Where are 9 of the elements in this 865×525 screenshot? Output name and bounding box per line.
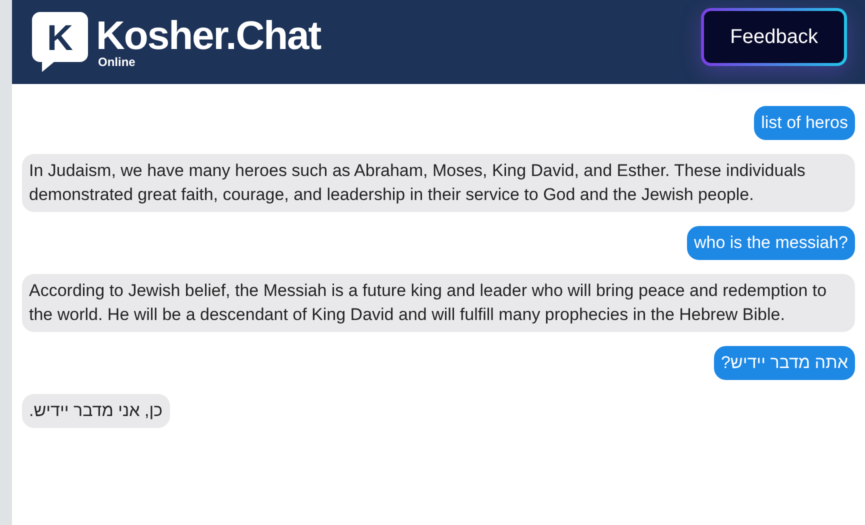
feedback-button[interactable]: Feedback <box>701 8 847 66</box>
user-message: who is the messiah? <box>686 226 855 260</box>
status-text: Online <box>98 56 136 68</box>
bot-message: In Judaism, we have many heroes such as Abraham, Moses, King David, and Esther. These individuals demonstrated great faith, courage, and leadership in their service to God and the Jewish people. <box>22 154 855 212</box>
app-title: Kosher.Chat <box>96 16 321 56</box>
user-message: list of heros <box>754 106 855 140</box>
bot-message: According to Jewish belief, the Messiah is a future king and leader who will bring peace and redemption to the world. He will be a descendant of King David and will fulfill many prophecies in the Hebrew Bible. <box>22 274 855 332</box>
user-message: אתה מדבר יידיש? <box>714 346 855 380</box>
bot-message: כן, אני מדבר יידיש. <box>22 394 170 428</box>
